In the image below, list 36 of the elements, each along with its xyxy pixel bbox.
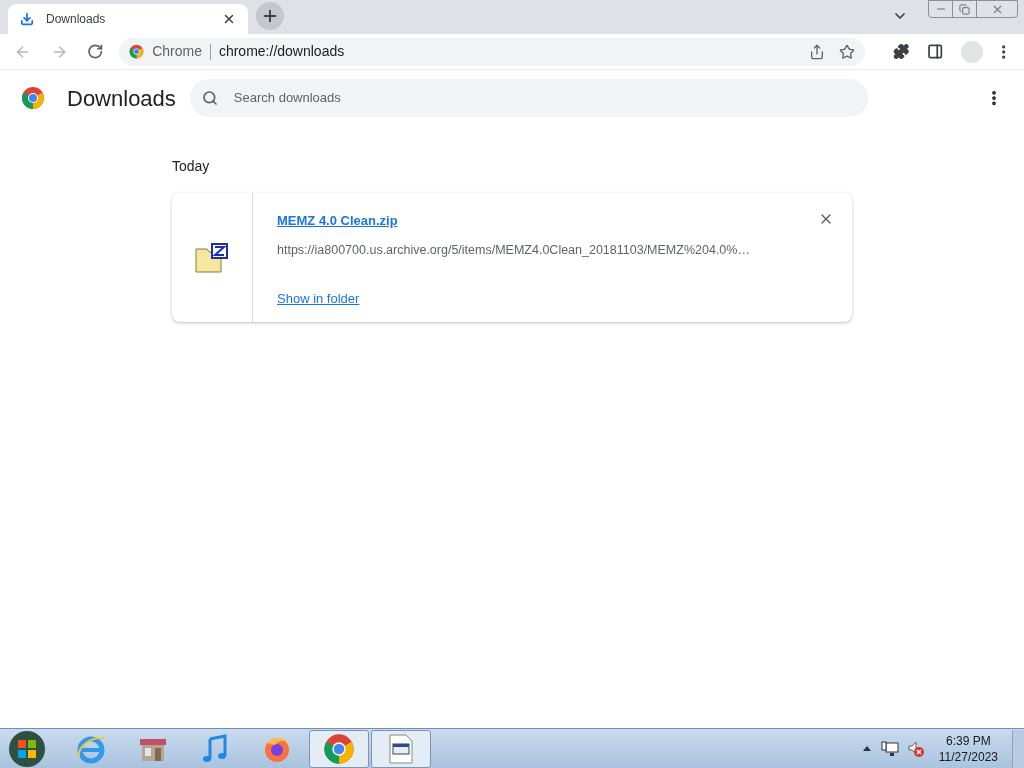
page-title: Downloads	[67, 84, 176, 113]
chrome-logo-icon	[323, 732, 355, 765]
restore-icon	[959, 3, 970, 15]
taskbar-button[interactable]	[309, 729, 369, 768]
new-tab-button[interactable]	[256, 2, 284, 30]
download-icon	[20, 12, 34, 26]
clock-time: 6:39 PM	[946, 732, 991, 749]
taskbar-button[interactable]	[371, 729, 431, 768]
bookmark-star-icon[interactable]	[838, 43, 855, 60]
puzzle-icon[interactable]	[892, 43, 909, 60]
search-icon	[201, 90, 218, 106]
tab-title: Downloads	[46, 11, 107, 28]
document-window-icon	[387, 733, 415, 764]
network-icon[interactable]	[880, 740, 899, 757]
side-panel-icon[interactable]	[927, 43, 944, 60]
plus-icon	[261, 7, 279, 25]
show-in-folder-link[interactable]: Show in folder	[277, 289, 360, 309]
close-icon[interactable]	[222, 12, 236, 26]
search-field[interactable]: Search downloads	[189, 79, 868, 117]
site-label: Chrome	[152, 42, 202, 61]
chrome-logo-icon	[21, 86, 45, 110]
section-heading: Today	[172, 157, 211, 176]
file-name-link[interactable]: MEMZ 4.0 Clean.zip	[277, 211, 398, 231]
chrome-logo-icon	[129, 44, 145, 59]
clock-date: 11/27/2023	[938, 748, 998, 765]
share-icon[interactable]	[808, 43, 825, 60]
muted-speaker-icon[interactable]	[906, 739, 925, 758]
url-text: chrome://downloads	[218, 42, 345, 61]
search-input[interactable]: Search downloads	[233, 88, 856, 108]
address-bar[interactable]: Chrome chrome://downloads	[119, 37, 865, 66]
zip-folder-icon	[195, 242, 229, 273]
start-orb-icon[interactable]	[7, 728, 47, 768]
browser-tab[interactable]: Downloads	[8, 4, 248, 34]
reload-icon[interactable]	[86, 43, 104, 60]
source-url: https://ia800700.us.archive.org/5/items/MEMZ4.0Clean_20181103/MEMZ%204.0%…	[277, 241, 751, 259]
show-hidden-icons-icon[interactable]	[862, 746, 871, 751]
